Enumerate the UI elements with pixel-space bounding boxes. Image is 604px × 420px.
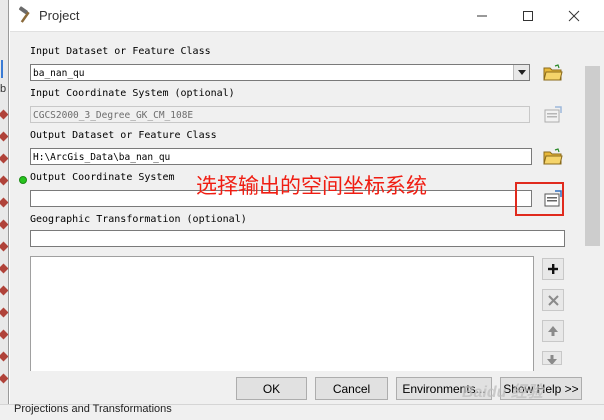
maximize-icon (523, 10, 533, 21)
chevron-down-icon (517, 70, 526, 75)
input-dataset-value: ba_nan_qu (33, 68, 85, 79)
open-folder-icon (543, 148, 563, 165)
background-toolbox-icon (0, 219, 9, 230)
close-button[interactable] (551, 0, 597, 31)
hammer-icon (17, 6, 35, 24)
output-coordinate-system-label: Output Coordinate System (30, 172, 175, 183)
background-toolbox-icon (0, 153, 9, 164)
annotation-text: 选择输出的空间坐标系统 (196, 174, 427, 198)
background-toolbox-icon (0, 241, 9, 252)
add-button[interactable] (542, 258, 564, 280)
move-up-button[interactable] (542, 320, 564, 342)
geographic-transformation-label: Geographic Transformation (optional) (30, 214, 247, 225)
output-dataset-browse-button[interactable] (542, 146, 564, 168)
output-dataset-label: Output Dataset or Feature Class (30, 130, 217, 141)
background-toolbox-icon (0, 175, 9, 186)
cancel-button[interactable]: Cancel (315, 377, 388, 400)
input-coordinate-properties-button (542, 104, 564, 126)
input-coordinate-system-label: Input Coordinate System (optional) (30, 88, 235, 99)
transformation-list[interactable] (30, 256, 534, 374)
remove-button[interactable] (542, 289, 564, 311)
input-coordinate-system-field: CGCS2000_3_Degree_GK_CM_108E (30, 106, 530, 123)
background-toolbox-icon (0, 285, 9, 296)
background-toolbox-icon (0, 197, 9, 208)
plus-icon (548, 264, 558, 274)
background-toolbox-icon (0, 109, 9, 120)
input-dataset-browse-button[interactable] (542, 62, 564, 84)
background-toolbox-icon (0, 373, 9, 384)
background-tree-item[interactable]: Projections and Transformations (14, 403, 172, 415)
output-dataset-field[interactable]: H:\ArcGis_Data\ba_nan_qu (30, 148, 532, 165)
close-icon (568, 10, 580, 21)
title-bar[interactable]: Project (9, 0, 604, 31)
open-folder-icon (543, 64, 563, 81)
maximize-button[interactable] (505, 0, 551, 31)
vertical-scrollbar[interactable] (583, 32, 603, 372)
minimize-button[interactable] (459, 0, 505, 31)
project-dialog: Project Input Dataset or Feature Class b… (8, 0, 604, 404)
tool-parameters-panel: Input Dataset or Feature Class ba_nan_qu… (10, 31, 604, 374)
background-selection-marker (1, 60, 3, 78)
minimize-icon (477, 15, 487, 16)
required-parameter-indicator (19, 176, 27, 184)
spatial-reference-properties-icon (544, 190, 562, 207)
down-arrow-icon (547, 355, 557, 364)
input-dataset-combobox[interactable]: ba_nan_qu (30, 64, 530, 81)
x-icon (547, 294, 559, 306)
background-toolbox-icon (0, 329, 9, 340)
background-toolbox-icon (0, 131, 9, 142)
geographic-transformation-field[interactable] (30, 230, 565, 247)
background-toolbox-icon (0, 351, 9, 362)
background-toolbox-icon (0, 263, 9, 274)
input-dataset-label: Input Dataset or Feature Class (30, 46, 211, 57)
scrollbar-thumb[interactable] (585, 66, 600, 246)
window-title: Project (39, 8, 80, 23)
dropdown-button[interactable] (513, 65, 529, 80)
background-toolbox-icon (0, 307, 9, 318)
watermark: Baidu 经验 (462, 384, 543, 401)
move-down-button[interactable] (542, 351, 562, 365)
spatial-reference-properties-icon (544, 106, 562, 123)
ok-button[interactable]: OK (236, 377, 307, 400)
up-arrow-icon (548, 326, 558, 336)
output-coordinate-properties-button[interactable] (542, 188, 564, 210)
